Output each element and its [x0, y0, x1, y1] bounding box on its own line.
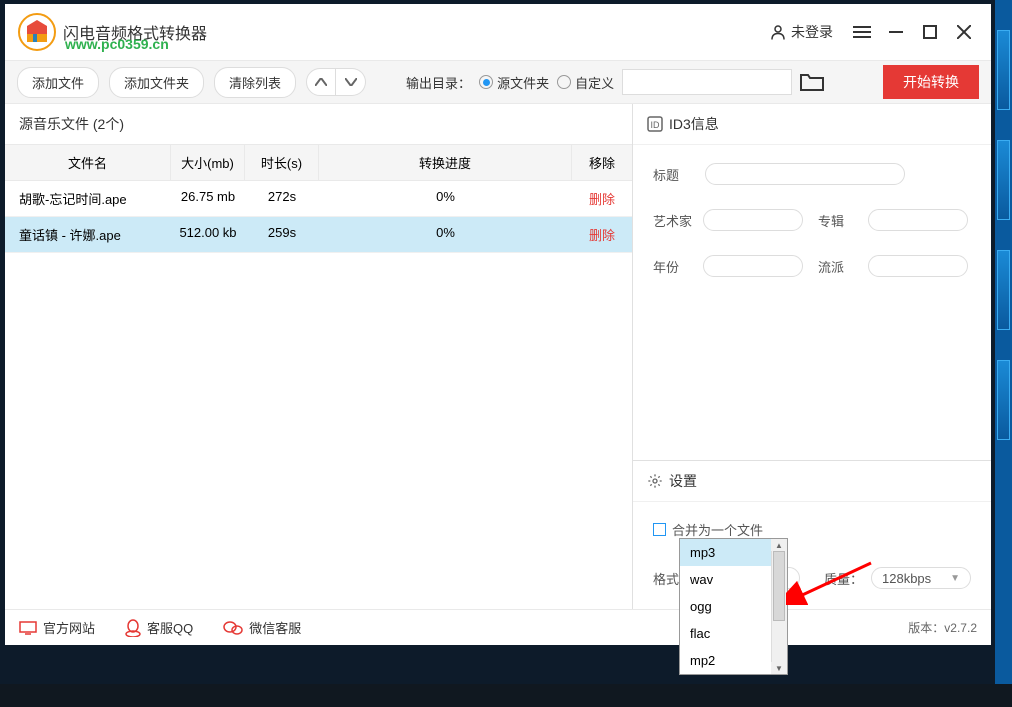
cell-size: 512.00 kb	[171, 217, 245, 252]
format-dropdown-list: mp3 wav ogg flac mp2 ▲ ▼	[679, 538, 788, 675]
menu-button[interactable]	[847, 17, 877, 47]
radio-custom-label: 自定义	[575, 73, 614, 92]
col-remove: 移除	[572, 145, 632, 180]
artist-input[interactable]	[703, 209, 803, 231]
maximize-button[interactable]	[915, 17, 945, 47]
file-list-panel: 源音乐文件 (2个) 文件名 大小(mb) 时长(s) 转换进度 移除 胡歌-忘…	[5, 104, 633, 609]
col-size: 大小(mb)	[171, 145, 245, 180]
table-row[interactable]: 童话镇 - 许娜.ape 512.00 kb 259s 0% 删除	[5, 217, 632, 253]
close-icon	[957, 25, 971, 39]
cell-size: 26.75 mb	[171, 181, 245, 216]
move-down-button[interactable]	[336, 68, 366, 96]
qq-icon	[125, 619, 141, 637]
settings-header: 设置	[633, 461, 991, 502]
cell-progress: 0%	[319, 217, 572, 252]
svg-text:ID: ID	[651, 120, 661, 130]
close-button[interactable]	[949, 17, 979, 47]
cell-filename: 童话镇 - 许娜.ape	[5, 217, 171, 252]
dropdown-scrollbar[interactable]: ▲ ▼	[771, 539, 787, 674]
genre-input[interactable]	[868, 255, 968, 277]
radio-source-label: 源文件夹	[497, 73, 549, 92]
table-header: 文件名 大小(mb) 时长(s) 转换进度 移除	[5, 144, 632, 181]
hamburger-icon	[853, 25, 871, 39]
genre-label: 流派	[818, 257, 858, 276]
cell-duration: 272s	[245, 181, 319, 216]
watermark-text: www.pc0359.cn	[65, 36, 169, 52]
checkbox-icon	[653, 523, 666, 536]
col-filename: 文件名	[5, 145, 171, 180]
delete-button[interactable]: 删除	[572, 217, 632, 252]
wechat-support-link[interactable]: 微信客服	[223, 618, 301, 637]
delete-button[interactable]: 删除	[572, 181, 632, 216]
title-label: 标题	[653, 165, 693, 184]
album-input[interactable]	[868, 209, 968, 231]
user-icon	[769, 23, 787, 41]
wechat-label: 微信客服	[249, 618, 301, 637]
id3-header: ID ID3信息	[633, 104, 991, 145]
login-label: 未登录	[791, 22, 833, 42]
id-icon: ID	[647, 116, 663, 132]
cell-filename: 胡歌-忘记时间.ape	[5, 181, 171, 216]
radio-icon	[557, 75, 571, 89]
official-site-link[interactable]: 官方网站	[19, 618, 95, 637]
artist-label: 艺术家	[653, 211, 693, 230]
qq-support-link[interactable]: 客服QQ	[125, 618, 193, 637]
app-window: 闪电音频格式转换器 www.pc0359.cn 未登录 添加文件 添加文件夹 清…	[5, 4, 991, 645]
minimize-button[interactable]	[881, 17, 911, 47]
settings-header-label: 设置	[669, 471, 697, 491]
add-file-button[interactable]: 添加文件	[17, 67, 99, 98]
col-progress: 转换进度	[319, 145, 572, 180]
table-row[interactable]: 胡歌-忘记时间.ape 26.75 mb 272s 0% 删除	[5, 181, 632, 217]
clear-list-button[interactable]: 清除列表	[214, 67, 296, 98]
radio-icon	[479, 75, 493, 89]
radio-custom-folder[interactable]: 自定义	[557, 73, 614, 92]
monitor-icon	[19, 621, 37, 635]
minimize-icon	[889, 25, 903, 39]
browse-folder-icon[interactable]	[800, 72, 824, 92]
col-duration: 时长(s)	[245, 145, 319, 180]
add-folder-button[interactable]: 添加文件夹	[109, 67, 204, 98]
chevron-down-icon	[345, 78, 357, 86]
year-label: 年份	[653, 257, 693, 276]
site-label: 官方网站	[43, 618, 95, 637]
radio-source-folder[interactable]: 源文件夹	[479, 73, 549, 92]
toolbar: 添加文件 添加文件夹 清除列表 输出目录： 源文件夹 自定义 开始转换	[5, 60, 991, 104]
scroll-down-icon: ▼	[771, 662, 787, 674]
cell-progress: 0%	[319, 181, 572, 216]
wechat-icon	[223, 620, 243, 636]
quality-label: 质量：	[824, 569, 863, 588]
start-convert-button[interactable]: 开始转换	[883, 65, 979, 99]
output-path-input[interactable]	[622, 69, 792, 95]
title-input[interactable]	[705, 163, 905, 185]
footer: 官方网站 客服QQ 微信客服 版本：v2.7.2	[5, 609, 991, 645]
scrollbar-thumb[interactable]	[773, 551, 785, 621]
quality-value: 128kbps	[882, 571, 931, 586]
year-input[interactable]	[703, 255, 803, 277]
titlebar: 闪电音频格式转换器 www.pc0359.cn 未登录	[5, 4, 991, 60]
chevron-up-icon	[315, 78, 327, 86]
version-text: 版本：v2.7.2	[908, 619, 977, 636]
gear-icon	[647, 473, 663, 489]
scroll-up-icon: ▲	[771, 539, 787, 551]
app-logo-icon	[17, 12, 57, 52]
file-panel-header: 源音乐文件 (2个)	[5, 104, 632, 144]
output-label: 输出目录：	[406, 73, 471, 92]
album-label: 专辑	[818, 211, 858, 230]
id3-header-label: ID3信息	[669, 114, 719, 134]
maximize-icon	[923, 25, 937, 39]
right-panel: ID ID3信息 标题 艺术家 专辑 年份 流派	[633, 104, 991, 609]
move-up-button[interactable]	[306, 68, 336, 96]
dropdown-arrow-icon: ▼	[950, 573, 960, 584]
cell-duration: 259s	[245, 217, 319, 252]
login-button[interactable]: 未登录	[759, 18, 843, 46]
qq-label: 客服QQ	[147, 618, 193, 637]
quality-dropdown[interactable]: 128kbps ▼	[871, 567, 971, 589]
merge-label: 合并为一个文件	[672, 520, 763, 539]
